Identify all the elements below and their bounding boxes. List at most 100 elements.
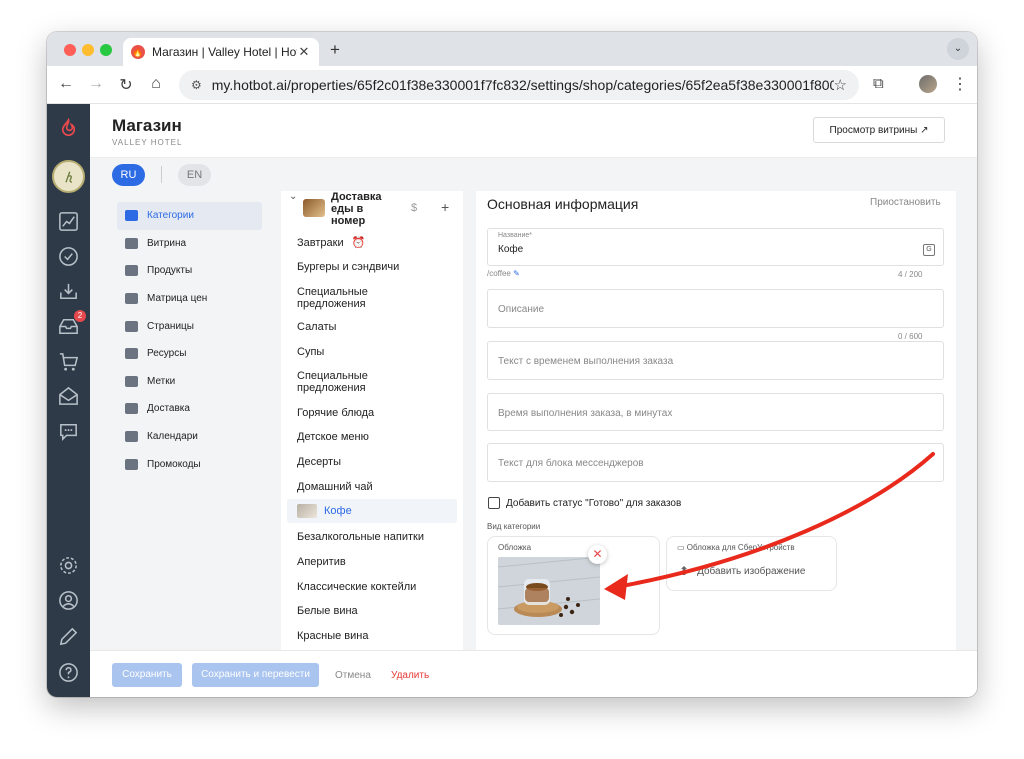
chat-bubble-icon[interactable] — [56, 419, 81, 444]
sidemenu-item-products[interactable]: Продукты — [117, 257, 262, 285]
tab-search-chevron-icon[interactable]: ⌄ — [947, 38, 969, 60]
browser-menu-icon[interactable]: ⋮ — [952, 74, 968, 94]
bookmark-star-icon[interactable]: ☆ — [834, 76, 847, 94]
mail-envelope-icon[interactable] — [56, 384, 81, 409]
sidemenu-item-categories[interactable]: Категории — [117, 202, 262, 230]
category-item[interactable]: Домашний чай — [281, 474, 463, 499]
category-item-label: Десерты — [297, 455, 342, 468]
close-window-button[interactable] — [64, 44, 76, 56]
cover-image[interactable] — [498, 557, 600, 625]
sidemenu-item-delivery[interactable]: Доставка — [117, 395, 262, 423]
page-header: Магазин VALLEY HOTEL Просмотр витрины ↗ — [90, 104, 977, 158]
messenger-text-field[interactable]: Текст для блока мессенджеров — [487, 443, 944, 482]
browser-tab-active[interactable]: 🔥 Магазин | Valley Hotel | Hotb ✕ — [123, 38, 319, 66]
browser-window: 🔥 Магазин | Valley Hotel | Hotb ✕ + ⌄ ← … — [47, 32, 977, 697]
new-tab-button[interactable]: + — [330, 40, 340, 60]
tasks-check-icon[interactable] — [56, 244, 81, 269]
checkbox-box[interactable] — [488, 497, 500, 509]
user-profile-icon[interactable] — [56, 588, 81, 613]
messenger-text-placeholder: Текст для блока мессенджеров — [498, 458, 644, 469]
profile-avatar[interactable] — [919, 75, 937, 93]
sidemenu-item-pages[interactable]: Страницы — [117, 312, 262, 340]
sidemenu-item-showcase[interactable]: Витрина — [117, 230, 262, 258]
coffee-thumbnail — [297, 504, 317, 518]
help-question-icon[interactable] — [56, 660, 81, 685]
delete-button[interactable]: Удалить — [391, 670, 429, 681]
order-time-minutes-field[interactable]: Время выполнения заказа, в минутах — [487, 393, 944, 431]
browser-toolbar: ← → ↻ ⌂ ⚙ my.hotbot.ai/properties/65f2c0… — [47, 66, 977, 104]
language-divider — [161, 166, 162, 183]
minimize-window-button[interactable] — [82, 44, 94, 56]
category-item[interactable]: Десерты — [281, 449, 463, 474]
view-showcase-button[interactable]: Просмотр витрины ↗ — [813, 117, 945, 143]
delete-cover-icon[interactable]: ✕ — [588, 545, 607, 564]
maximize-window-button[interactable] — [100, 44, 112, 56]
category-item-label: Безалкогольные напитки — [297, 530, 424, 543]
category-group-header[interactable]: ⌄ Доставка еды в номер $ + — [281, 191, 463, 229]
description-field[interactable]: Описание — [487, 289, 944, 328]
sidemenu-item-resources[interactable]: Ресурсы — [117, 340, 262, 368]
sidemenu-item-price-matrix[interactable]: Матрица цен — [117, 285, 262, 313]
category-item[interactable]: Бургеры и сэндвичи — [281, 253, 463, 281]
category-item[interactable]: Белые вина — [281, 599, 463, 623]
category-item-label: Горячие блюда — [297, 406, 375, 419]
category-item-label: Супы — [297, 345, 325, 358]
suspend-link[interactable]: Приостановить — [870, 197, 941, 208]
products-icon — [125, 265, 138, 277]
collapse-chevron-icon[interactable]: ⌄ — [289, 191, 297, 202]
category-item[interactable]: Классические коктейли — [281, 574, 463, 599]
translate-icon[interactable]: G — [923, 244, 935, 256]
reload-icon[interactable]: ↻ — [116, 75, 136, 95]
upload-image-button[interactable]: ⬆ Добавить изображение — [679, 564, 805, 578]
lang-en-button[interactable]: EN — [178, 164, 211, 186]
forward-arrow-icon[interactable]: → — [86, 75, 106, 93]
edit-pencil-icon[interactable] — [56, 624, 81, 649]
category-item-label: Детское меню — [297, 431, 369, 443]
category-item[interactable]: Аперитив — [281, 550, 463, 574]
hotbot-flame-logo-icon[interactable] — [56, 116, 81, 141]
category-item[interactable]: Горячие блюда — [281, 400, 463, 425]
category-item[interactable]: Красные вина — [281, 623, 463, 649]
slug-text: /coffee ✎ — [487, 269, 520, 278]
category-item[interactable]: Специальные предложения — [281, 281, 463, 314]
property-logo-icon[interactable] — [52, 160, 85, 193]
settings-gear-icon[interactable] — [56, 553, 81, 578]
shop-cart-icon[interactable] — [56, 349, 81, 374]
category-item[interactable]: Супы — [281, 339, 463, 364]
save-and-translate-button[interactable]: Сохранить и перевести — [192, 663, 319, 687]
add-category-button[interactable]: + — [441, 199, 449, 215]
form-footer: Сохранить Сохранить и перевести Отмена У… — [90, 650, 977, 697]
tab-close-icon[interactable]: ✕ — [297, 44, 311, 60]
category-item[interactable]: Салаты — [281, 314, 463, 339]
save-button[interactable]: Сохранить — [112, 663, 182, 687]
price-dollar-icon[interactable]: $ — [411, 202, 417, 214]
category-item-coffee[interactable]: Кофе — [287, 499, 457, 523]
sidemenu-item-calendars[interactable]: Календари — [117, 423, 262, 451]
lang-ru-button[interactable]: RU — [112, 164, 145, 186]
analytics-chart-icon[interactable] — [56, 209, 81, 234]
sidemenu-item-tags[interactable]: Метки — [117, 368, 262, 396]
extensions-puzzle-icon[interactable]: ⧉ — [873, 75, 884, 92]
description-placeholder: Описание — [498, 304, 545, 315]
page-title: Магазин — [112, 116, 182, 135]
address-bar[interactable]: ⚙ my.hotbot.ai/properties/65f2c01f38e330… — [179, 70, 859, 100]
category-item[interactable]: Безалкогольные напитки — [281, 523, 463, 550]
inbox-download-icon[interactable] — [56, 279, 81, 304]
site-settings-icon[interactable]: ⚙ — [191, 78, 202, 92]
cancel-button[interactable]: Отмена — [335, 670, 371, 681]
category-item[interactable]: Детское меню — [281, 425, 463, 449]
cover-title: Обложка — [498, 543, 532, 552]
back-arrow-icon[interactable]: ← — [56, 75, 76, 93]
home-icon[interactable]: ⌂ — [146, 75, 166, 93]
sidemenu-item-label: Витрина — [147, 237, 187, 249]
category-item-breakfast[interactable]: Завтраки ⏰ — [281, 232, 463, 253]
order-time-text-field[interactable]: Текст с временем выполнения заказа — [487, 341, 944, 380]
sidemenu-item-promocodes[interactable]: Промокоды — [117, 450, 262, 478]
shop-side-menu: Категории Витрина Продукты Матрица цен С… — [117, 202, 262, 478]
sidemenu-item-label: Ресурсы — [147, 348, 187, 360]
slug-edit-pencil-icon[interactable]: ✎ — [513, 269, 520, 278]
language-switcher: RU EN — [90, 158, 977, 191]
name-field[interactable]: Название* Кофе G — [487, 228, 944, 266]
category-item[interactable]: Специальные предложения — [281, 364, 463, 400]
ready-status-checkbox[interactable]: Добавить статус "Готово" для заказов — [488, 497, 681, 509]
